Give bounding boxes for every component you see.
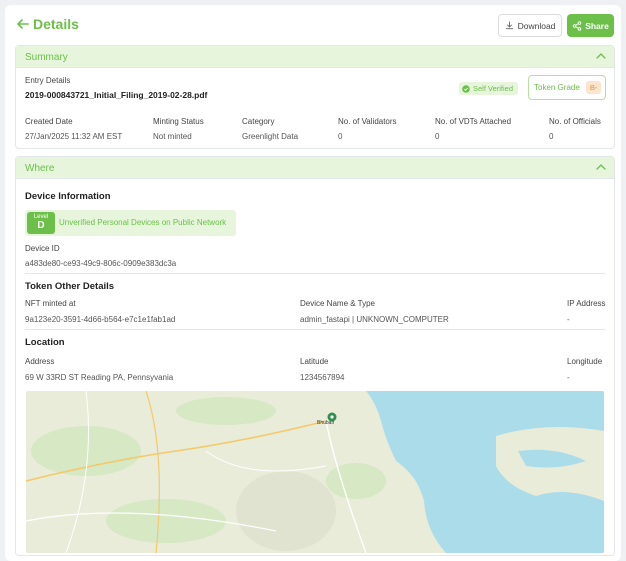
- self-verified-badge: Self Verified: [459, 82, 519, 95]
- summary-title: Summary: [25, 52, 68, 63]
- divider: [25, 273, 605, 274]
- longitude-value: -: [567, 373, 570, 382]
- chevron-up-icon[interactable]: [596, 163, 606, 171]
- summary-card: Summary Entry Details 2019-000843721_Ini…: [15, 45, 615, 149]
- created-date-value: 27/Jan/2025 11:32 AM EST: [25, 132, 123, 141]
- page-title: Details: [33, 16, 79, 32]
- file-name: 2019-000843721_Initial_Filing_2019-02-28…: [25, 90, 208, 100]
- category-value: Greenlight Data: [242, 132, 299, 141]
- token-grade-value: B-: [585, 81, 602, 94]
- vdts-attached-value: 0: [435, 132, 440, 141]
- device-name-value: admin_fastapi | UNKNOWN_COMPUTER: [300, 315, 449, 324]
- level-text: Unverified Personal Devices on Public Ne…: [59, 218, 227, 227]
- device-id-label: Device ID: [25, 244, 60, 253]
- share-icon: [572, 20, 582, 31]
- check-shield-icon: [462, 84, 470, 93]
- validators-value: 0: [338, 132, 343, 141]
- entry-details-label: Entry Details: [25, 76, 71, 85]
- download-button[interactable]: Download: [498, 14, 562, 37]
- device-info-title: Device Information: [25, 191, 111, 202]
- minting-status-value: Not minted: [153, 132, 192, 141]
- longitude-label: Longitude: [567, 357, 603, 366]
- address-value: 69 W 33RD ST Reading PA, Pennsyvania: [25, 373, 174, 382]
- level-box: Level D: [27, 212, 55, 234]
- where-title: Where: [25, 163, 55, 174]
- map-marker-label: Bhuban: [317, 420, 334, 426]
- share-label: Share: [585, 20, 609, 31]
- token-grade-label: Token Grade: [534, 83, 580, 92]
- nft-minted-value: 9a123e20-3591-4d66-b564-e7c1e1fab1ad: [25, 315, 176, 324]
- minting-status-label: Minting Status: [153, 117, 204, 126]
- token-grade-box: Token Grade B-: [528, 75, 606, 100]
- ip-address-label: IP Address: [567, 299, 606, 308]
- chevron-up-icon[interactable]: [596, 52, 606, 60]
- location-map[interactable]: Bhuban: [26, 391, 604, 553]
- download-icon: [505, 21, 513, 30]
- officials-label: No. of Officials: [549, 117, 601, 126]
- back-arrow-icon[interactable]: [16, 17, 30, 31]
- nft-minted-label: NFT minted at: [25, 299, 76, 308]
- where-header[interactable]: Where: [16, 157, 614, 179]
- ip-address-value: -: [567, 315, 570, 324]
- location-title: Location: [25, 337, 65, 348]
- validators-label: No. of Validators: [338, 117, 397, 126]
- where-body: Device Information Level D Unverified Pe…: [16, 179, 614, 555]
- latitude-label: Latitude: [300, 357, 329, 366]
- token-other-title: Token Other Details: [25, 281, 115, 292]
- latitude-value: 1234567894: [300, 373, 345, 382]
- device-id-value: a483de80-ce93-49c9-806c-0909e383dc3a: [25, 259, 177, 268]
- summary-body: Entry Details 2019-000843721_Initial_Fil…: [16, 68, 614, 148]
- level-value: D: [37, 220, 45, 231]
- divider: [25, 329, 605, 330]
- created-date-label: Created Date: [25, 117, 73, 126]
- summary-header[interactable]: Summary: [16, 46, 614, 68]
- page-header: Details Download Share: [5, 5, 621, 45]
- share-button[interactable]: Share: [567, 14, 614, 37]
- officials-value: 0: [549, 132, 554, 141]
- details-page: Details Download Share Summary Entry Det…: [5, 5, 621, 561]
- device-name-label: Device Name & Type: [300, 299, 375, 308]
- map-canvas: Bhuban: [26, 391, 604, 553]
- address-label: Address: [25, 357, 55, 366]
- vdts-attached-label: No. of VDTs Attached: [435, 117, 512, 126]
- self-verified-label: Self Verified: [473, 84, 514, 93]
- level-badge: Level D Unverified Personal Devices on P…: [25, 210, 236, 236]
- where-card: Where Device Information Level D Unverif…: [15, 156, 615, 556]
- download-label: Download: [517, 20, 556, 31]
- category-label: Category: [242, 117, 275, 126]
